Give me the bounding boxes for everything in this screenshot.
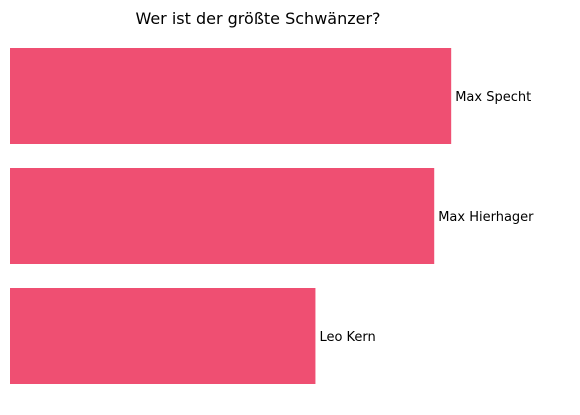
bar-max-hierhager: [10, 168, 435, 264]
bar-max-specht: [10, 48, 452, 144]
bar-label-leo-kern: Leo Kern: [319, 330, 375, 345]
bar-label-max-hierhager: Max Hierhager: [438, 210, 534, 225]
chart-container: Wer ist der größte Schwänzer? Max Specht…: [0, 0, 580, 411]
bar-chart: Wer ist der größte Schwänzer? Max Specht…: [10, 9, 534, 384]
bars-group: [10, 48, 452, 384]
bar-label-max-specht: Max Specht: [455, 90, 531, 105]
bar-leo-kern: [10, 288, 316, 384]
chart-title: Wer ist der größte Schwänzer?: [135, 9, 380, 28]
